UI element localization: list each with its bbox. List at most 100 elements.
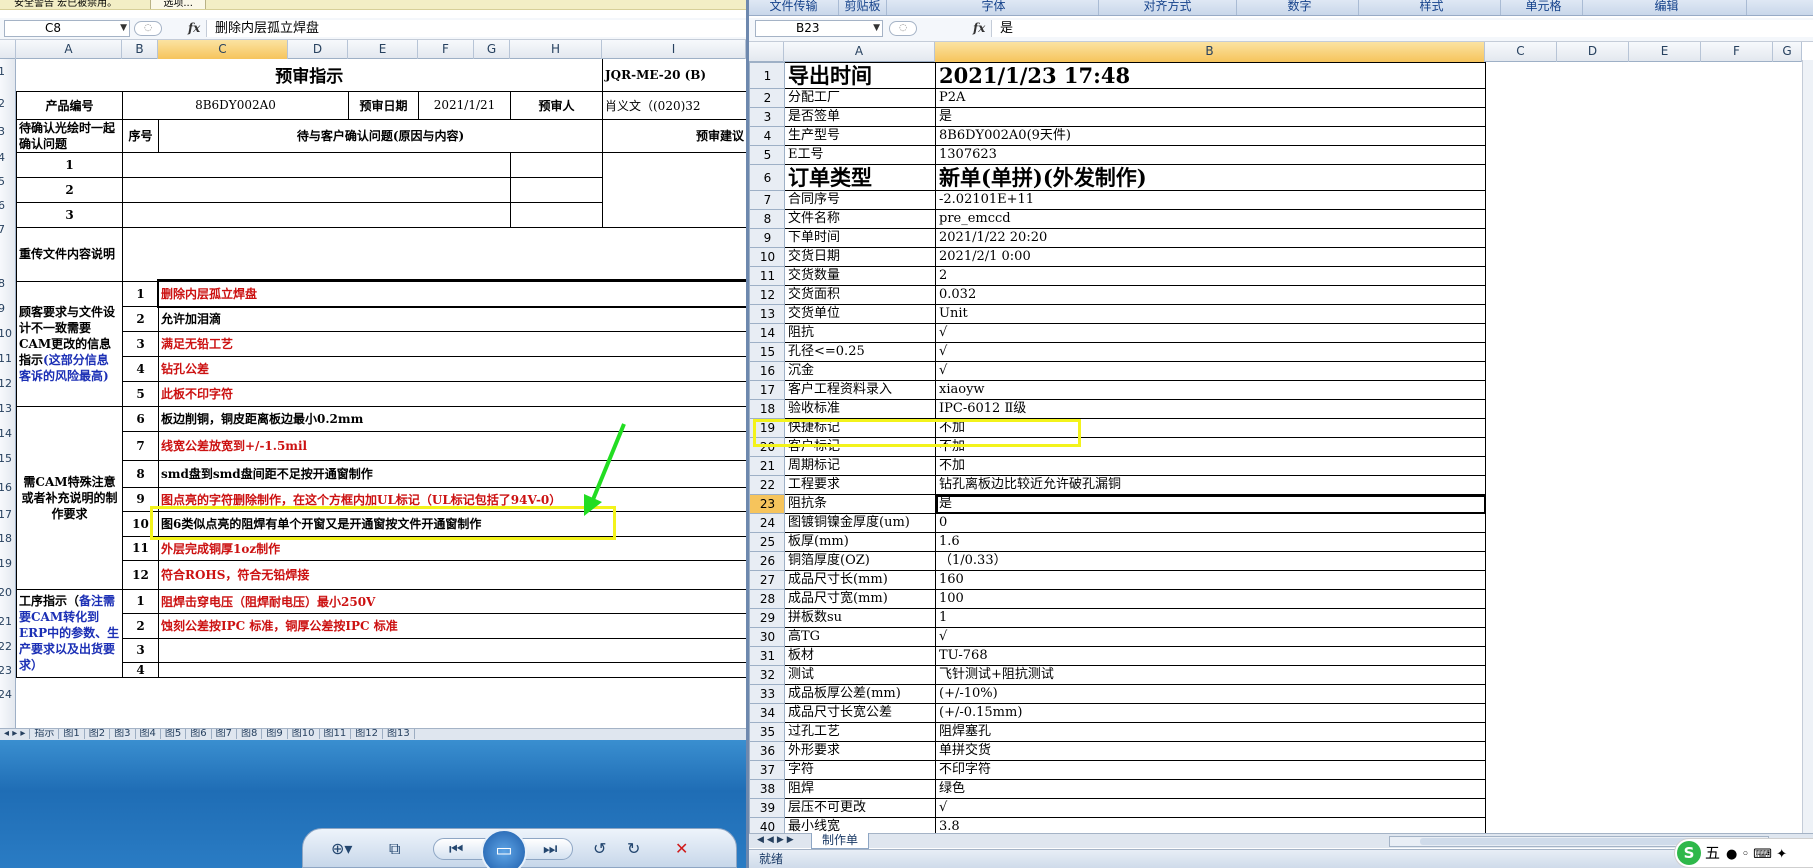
- formula-input[interactable]: 删除内层孤立焊盘: [206, 20, 746, 37]
- sheet-tab[interactable]: 图8: [237, 729, 263, 739]
- row-header[interactable]: 31: [749, 646, 785, 666]
- field-value[interactable]: 160: [935, 570, 1486, 590]
- sheet-tab[interactable]: 图4: [136, 729, 161, 739]
- select-all-corner[interactable]: [0, 40, 16, 59]
- formula-toggle-icon[interactable]: ◌: [134, 21, 162, 36]
- field-value[interactable]: 0.032: [935, 285, 1486, 305]
- instruction-cell[interactable]: [158, 661, 746, 678]
- field-value[interactable]: 1307623: [935, 145, 1486, 165]
- column-header[interactable]: B: [935, 42, 1485, 62]
- instruction-cell[interactable]: 线宽公差放宽到+/-1.5mil: [158, 430, 746, 461]
- sheet-tab[interactable]: 图1: [59, 729, 85, 739]
- instruction-cell[interactable]: 满足无铅工艺: [158, 330, 746, 357]
- row-header[interactable]: 19: [0, 557, 12, 570]
- row-header[interactable]: 12: [0, 377, 12, 390]
- row-header[interactable]: 25: [749, 532, 785, 552]
- row-header[interactable]: 28: [749, 589, 785, 609]
- field-value[interactable]: 2021/1/23 17:48: [935, 62, 1486, 89]
- row-header[interactable]: 3: [0, 125, 5, 138]
- row-header[interactable]: 23: [749, 494, 785, 514]
- field-value[interactable]: （1/0.33）: [935, 551, 1486, 571]
- previous-icon[interactable]: ⏮: [449, 839, 463, 859]
- row-header[interactable]: 18: [0, 532, 12, 545]
- row-header[interactable]: 5: [749, 145, 785, 165]
- row-header[interactable]: 11: [749, 266, 785, 286]
- question-cell[interactable]: [122, 176, 511, 203]
- row-header[interactable]: 10: [0, 327, 12, 340]
- row-header[interactable]: 8: [749, 209, 785, 229]
- row-header[interactable]: 21: [749, 456, 785, 476]
- field-value[interactable]: 钻孔离板边比较近允许破孔漏铜: [935, 475, 1486, 495]
- column-header[interactable]: G: [1773, 42, 1802, 62]
- row-header[interactable]: 11: [0, 352, 12, 365]
- field-value[interactable]: (+/-0.15mm): [935, 703, 1486, 723]
- sheet-tab-active[interactable]: 制作单: [811, 833, 870, 849]
- next-icon[interactable]: ⏭: [543, 839, 557, 859]
- row-header[interactable]: 26: [749, 551, 785, 571]
- row-header[interactable]: 22: [0, 640, 12, 653]
- ribbon-group[interactable]: 文件传输: [749, 0, 839, 15]
- sheet-tab[interactable]: 图13: [383, 729, 415, 739]
- column-header[interactable]: E: [1629, 42, 1701, 62]
- ribbon-group[interactable]: 数字: [1241, 0, 1359, 15]
- field-value[interactable]: TU-768: [935, 646, 1486, 666]
- field-value[interactable]: 不加: [935, 456, 1486, 476]
- rotate-right-icon[interactable]: ↻: [627, 839, 640, 858]
- field-value[interactable]: 单拼交货: [935, 741, 1486, 761]
- field-value[interactable]: 2021/1/22 20:20: [935, 228, 1486, 248]
- sheet-nav-icon[interactable]: ◂ ▸ ▸: [0, 729, 31, 739]
- field-value[interactable]: 是: [935, 494, 1486, 514]
- row-header[interactable]: 15: [749, 342, 785, 362]
- name-box[interactable]: C8 ▼: [4, 20, 130, 37]
- field-value[interactable]: 2: [935, 266, 1486, 286]
- sheet-tab[interactable]: 图12: [351, 729, 383, 739]
- row-header[interactable]: 34: [749, 703, 785, 723]
- row-header[interactable]: 24: [0, 688, 12, 701]
- ribbon-group[interactable]: 剪贴板: [839, 0, 887, 15]
- rotate-left-icon[interactable]: ↺: [593, 839, 606, 858]
- row-header[interactable]: 36: [749, 741, 785, 761]
- row-header[interactable]: 22: [749, 475, 785, 495]
- chevron-down-icon[interactable]: ▼: [120, 21, 127, 36]
- row-header[interactable]: 13: [0, 402, 12, 415]
- column-header[interactable]: H: [510, 40, 602, 59]
- column-header[interactable]: F: [1701, 42, 1773, 62]
- column-header[interactable]: D: [288, 40, 348, 59]
- instruction-cell[interactable]: 钻孔公差: [158, 355, 746, 382]
- row-header[interactable]: 27: [749, 570, 785, 590]
- field-value[interactable]: √: [935, 342, 1486, 362]
- column-header[interactable]: B: [122, 40, 158, 59]
- row-header[interactable]: 38: [749, 779, 785, 799]
- chevron-down-icon[interactable]: ▼: [873, 21, 880, 36]
- row-header[interactable]: 33: [749, 684, 785, 704]
- formula-input-right[interactable]: 是: [991, 20, 1813, 37]
- instruction-cell[interactable]: 删除内层孤立焊盘: [156, 279, 746, 308]
- field-value[interactable]: 是: [935, 107, 1486, 127]
- row-header[interactable]: 14: [0, 427, 12, 440]
- column-header[interactable]: E: [348, 40, 418, 59]
- row-header[interactable]: 9: [749, 228, 785, 248]
- sogou-ime-icon[interactable]: S: [1677, 841, 1701, 865]
- ribbon-group[interactable]: 对齐方式: [1099, 0, 1237, 15]
- row-header[interactable]: 1: [0, 65, 5, 78]
- field-value[interactable]: 绿色: [935, 779, 1486, 799]
- field-value[interactable]: -2.02101E+11: [935, 190, 1486, 210]
- row-header[interactable]: 18: [749, 399, 785, 419]
- field-value[interactable]: √: [935, 627, 1486, 647]
- field-value[interactable]: pre_emccd: [935, 209, 1486, 229]
- zoom-icon[interactable]: ⊕▾: [331, 839, 352, 858]
- row-header[interactable]: 7: [749, 190, 785, 210]
- column-header[interactable]: F: [418, 40, 474, 59]
- row-header[interactable]: 39: [749, 798, 785, 818]
- delete-icon[interactable]: ✕: [675, 839, 688, 858]
- row-header[interactable]: 10: [749, 247, 785, 267]
- row-header[interactable]: 21: [0, 615, 12, 628]
- field-value[interactable]: xiaoyw: [935, 380, 1486, 400]
- row-header[interactable]: 6: [749, 164, 785, 191]
- row-header[interactable]: 12: [749, 285, 785, 305]
- column-header[interactable]: C: [1485, 42, 1557, 62]
- column-header[interactable]: I: [602, 40, 746, 59]
- ime-mode-label[interactable]: 五: [1705, 844, 1720, 862]
- sheet-tab[interactable]: 图10: [288, 729, 320, 739]
- field-value[interactable]: √: [935, 361, 1486, 381]
